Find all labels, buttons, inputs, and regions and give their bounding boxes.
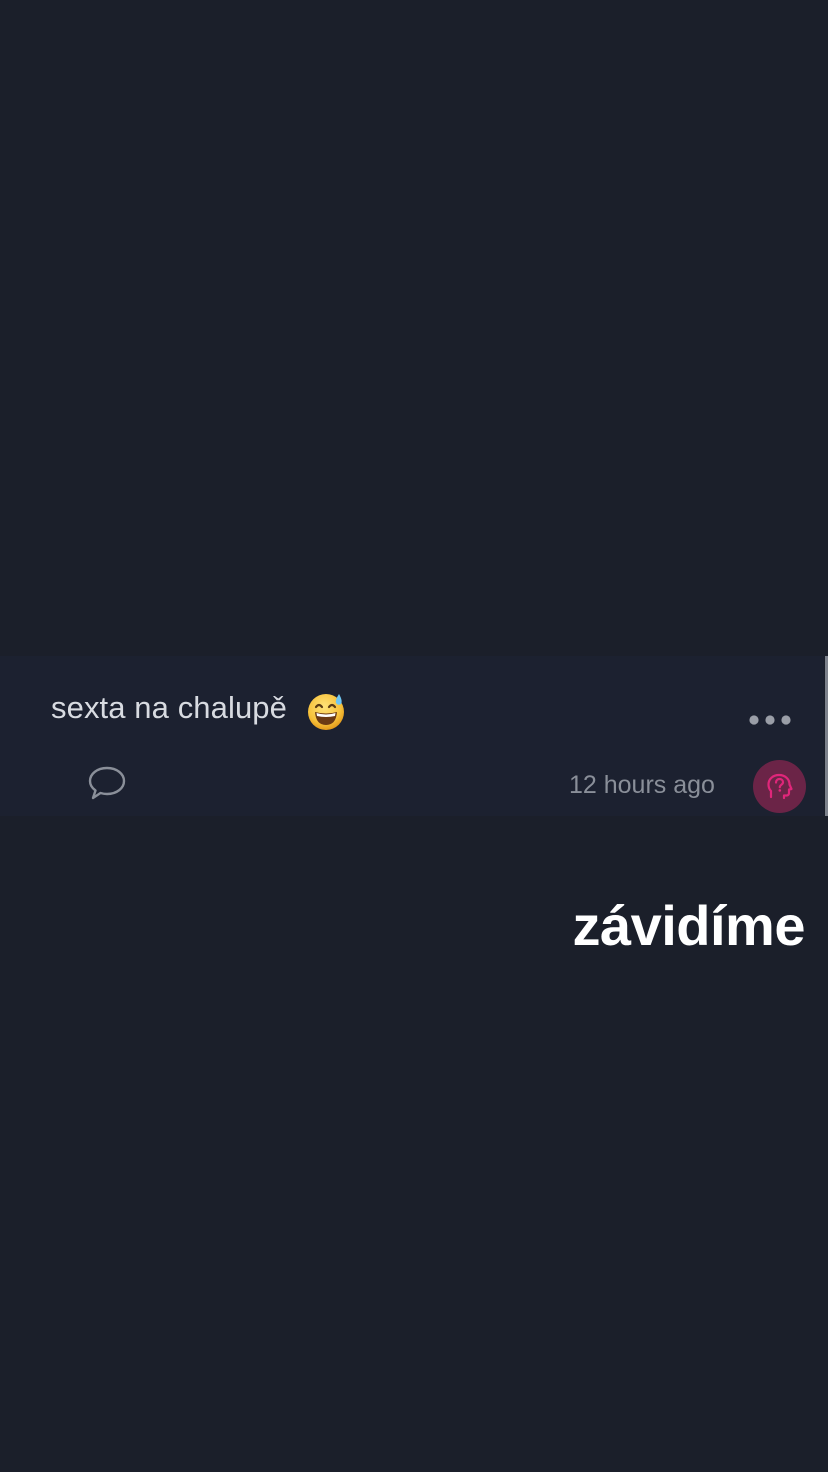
grinning-face-with-sweat-icon <box>306 691 346 731</box>
story-caption: závidíme <box>572 894 805 957</box>
author-avatar[interactable] <box>753 760 806 813</box>
comment-icon[interactable] <box>86 764 128 802</box>
more-options-icon[interactable] <box>746 709 794 731</box>
post-text: sexta na chalupě <box>51 690 287 725</box>
post-timestamp: 12 hours ago <box>569 771 715 799</box>
story-screen: sexta na chalupě 12 hours ago závidíme <box>0 0 828 1472</box>
